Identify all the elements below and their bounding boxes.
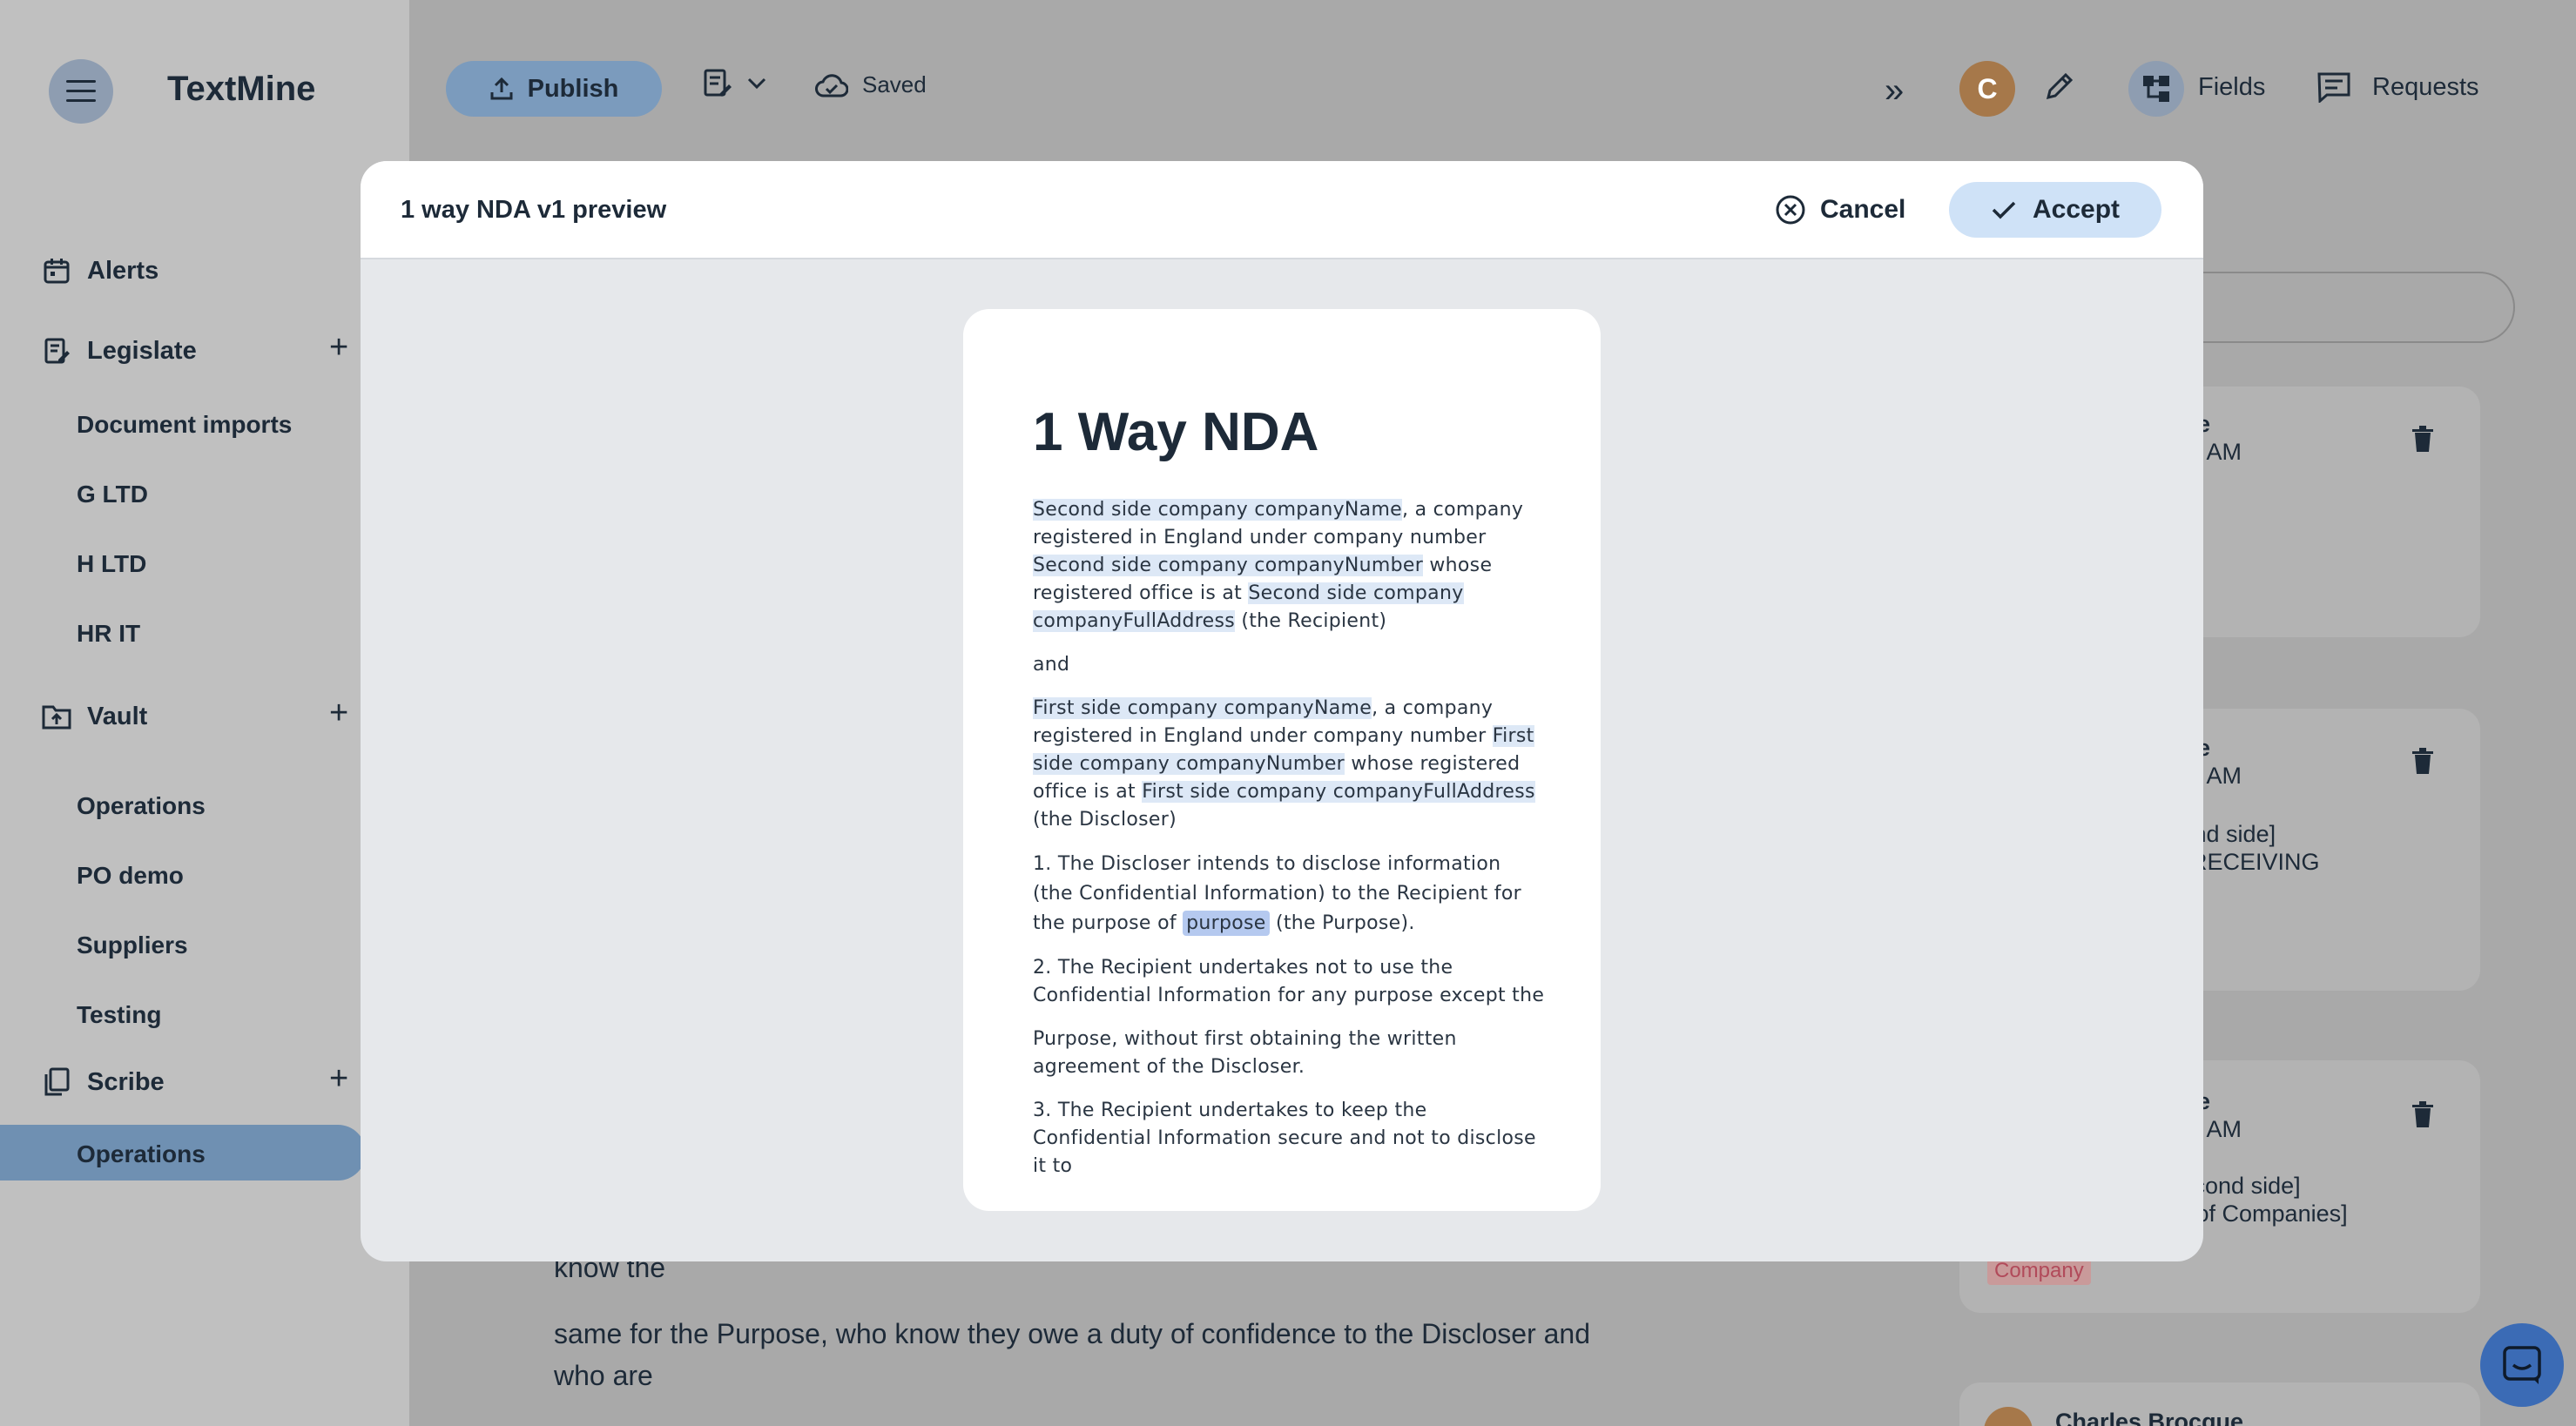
preview-modal: 1 way NDA v1 preview Cancel Accept 1 Way… [361,161,2203,1261]
add-legislate-button[interactable]: + [329,329,348,367]
upload-icon [490,77,513,100]
sidebar-item-testing[interactable]: Testing [77,1001,161,1029]
document-menu-button[interactable] [702,68,766,99]
chat-launcher-button[interactable] [2480,1323,2564,1407]
trash-icon[interactable] [2411,747,2435,779]
modal-header: 1 way NDA v1 preview Cancel Accept [361,161,2203,259]
sidebar: TextMine Alerts Legislate + Document imp… [0,0,409,1426]
field-placeholder[interactable]: First side company companyName [1033,697,1372,719]
close-circle-icon [1776,195,1805,225]
fields-label[interactable]: Fields [2198,73,2265,102]
comment-author: Charles Brocque [2055,1409,2244,1426]
document-line: who are [554,1360,653,1391]
publish-label: Publish [527,74,619,103]
requests-label[interactable]: Requests [2372,73,2479,102]
publish-button[interactable]: Publish [446,61,662,117]
field-placeholder[interactable]: First side company companyFullAddress [1142,781,1535,803]
cancel-label: Cancel [1820,195,1906,224]
copy-icon [40,1066,73,1099]
folder-upload-icon [40,700,73,733]
calendar-icon [40,254,73,287]
sidebar-item-label: Scribe [87,1067,165,1096]
document-title: 1 Way NDA [1033,402,1319,462]
paragraph-text: (the Recipient) [1235,610,1387,632]
document-preview[interactable]: 1 Way NDA Second side company companyNam… [963,309,1601,1211]
search-field[interactable] [2160,272,2515,343]
trash-icon[interactable] [2411,1100,2435,1133]
modal-title: 1 way NDA v1 preview [401,196,667,224]
field-placeholder[interactable]: purpose [1183,911,1270,936]
cloud-check-icon [815,73,848,97]
double-chevron-right-icon[interactable]: » [1885,71,1904,111]
sidebar-item-legislate[interactable]: Legislate [40,334,197,367]
field-placeholder[interactable]: Second side company companyName [1033,499,1403,521]
document-paragraph: 1. The Discloser intends to disclose inf… [1033,850,1547,938]
sidebar-item-label: Alerts [87,256,159,285]
document-line: same for the Purpose, who know they owe … [554,1318,1590,1349]
document-paragraph: Purpose, without first obtaining the wri… [1033,1028,1457,1078]
document-paragraph: and [1033,654,1070,676]
document-paragraph: 2. The Recipient undertakes not to use t… [1033,957,1545,1006]
avatar[interactable]: C [1959,61,2015,117]
sidebar-item-document-imports[interactable]: Document imports [77,411,292,439]
document-paragraph: Second side company companyName, a compa… [1033,496,1547,636]
fields-button[interactable] [2128,61,2184,117]
sidebar-item-label: Legislate [87,336,197,365]
sidebar-item-scribe-operations[interactable]: Operations [77,1140,206,1168]
save-status-label: Saved [862,71,927,98]
field-placeholder[interactable]: Second side company companyNumber [1033,555,1424,576]
sidebar-item-operations[interactable]: Operations [77,792,206,820]
check-icon [1992,201,2016,219]
cancel-button[interactable]: Cancel [1766,182,1914,238]
sidebar-item-vault[interactable]: Vault [40,700,147,733]
app-logo: TextMine [167,70,316,108]
sidebar-item-scribe[interactable]: Scribe [40,1066,165,1099]
pencil-icon[interactable] [2043,71,2074,107]
sidebar-item-h-ltd[interactable]: H LTD [77,550,146,578]
message-icon[interactable] [2316,71,2351,107]
accept-button[interactable]: Accept [1949,182,2161,238]
document-paragraph: First side company companyName, a compan… [1033,695,1547,834]
avatar [1984,1407,2033,1426]
trash-icon[interactable] [2411,425,2435,457]
sidebar-item-suppliers[interactable]: Suppliers [77,932,188,959]
paragraph-text: (the Discloser) [1033,809,1177,831]
add-scribe-button[interactable]: + [329,1060,348,1098]
document-paragraph: 3. The Recipient undertakes to keep the … [1033,1100,1536,1177]
hamburger-icon [66,80,96,102]
fields-tree-icon [2143,76,2169,102]
sidebar-item-label: Vault [87,702,148,730]
accept-label: Accept [2032,195,2121,224]
paragraph-text: (the Purpose). [1269,912,1415,934]
add-vault-button[interactable]: + [329,695,348,732]
sidebar-item-alerts[interactable]: Alerts [40,254,158,287]
sidebar-item-hr-it[interactable]: HR IT [77,620,140,648]
sidebar-item-po-demo[interactable]: PO demo [77,862,184,890]
menu-button[interactable] [49,59,113,124]
document-sign-icon [704,69,732,97]
chat-icon [2503,1346,2541,1384]
comment-card[interactable]: Charles Brocque [1959,1382,2480,1426]
chevron-down-icon [747,77,766,90]
sidebar-item-g-ltd[interactable]: G LTD [77,481,148,508]
save-status: Saved [815,71,927,98]
document-edit-icon [40,334,73,367]
